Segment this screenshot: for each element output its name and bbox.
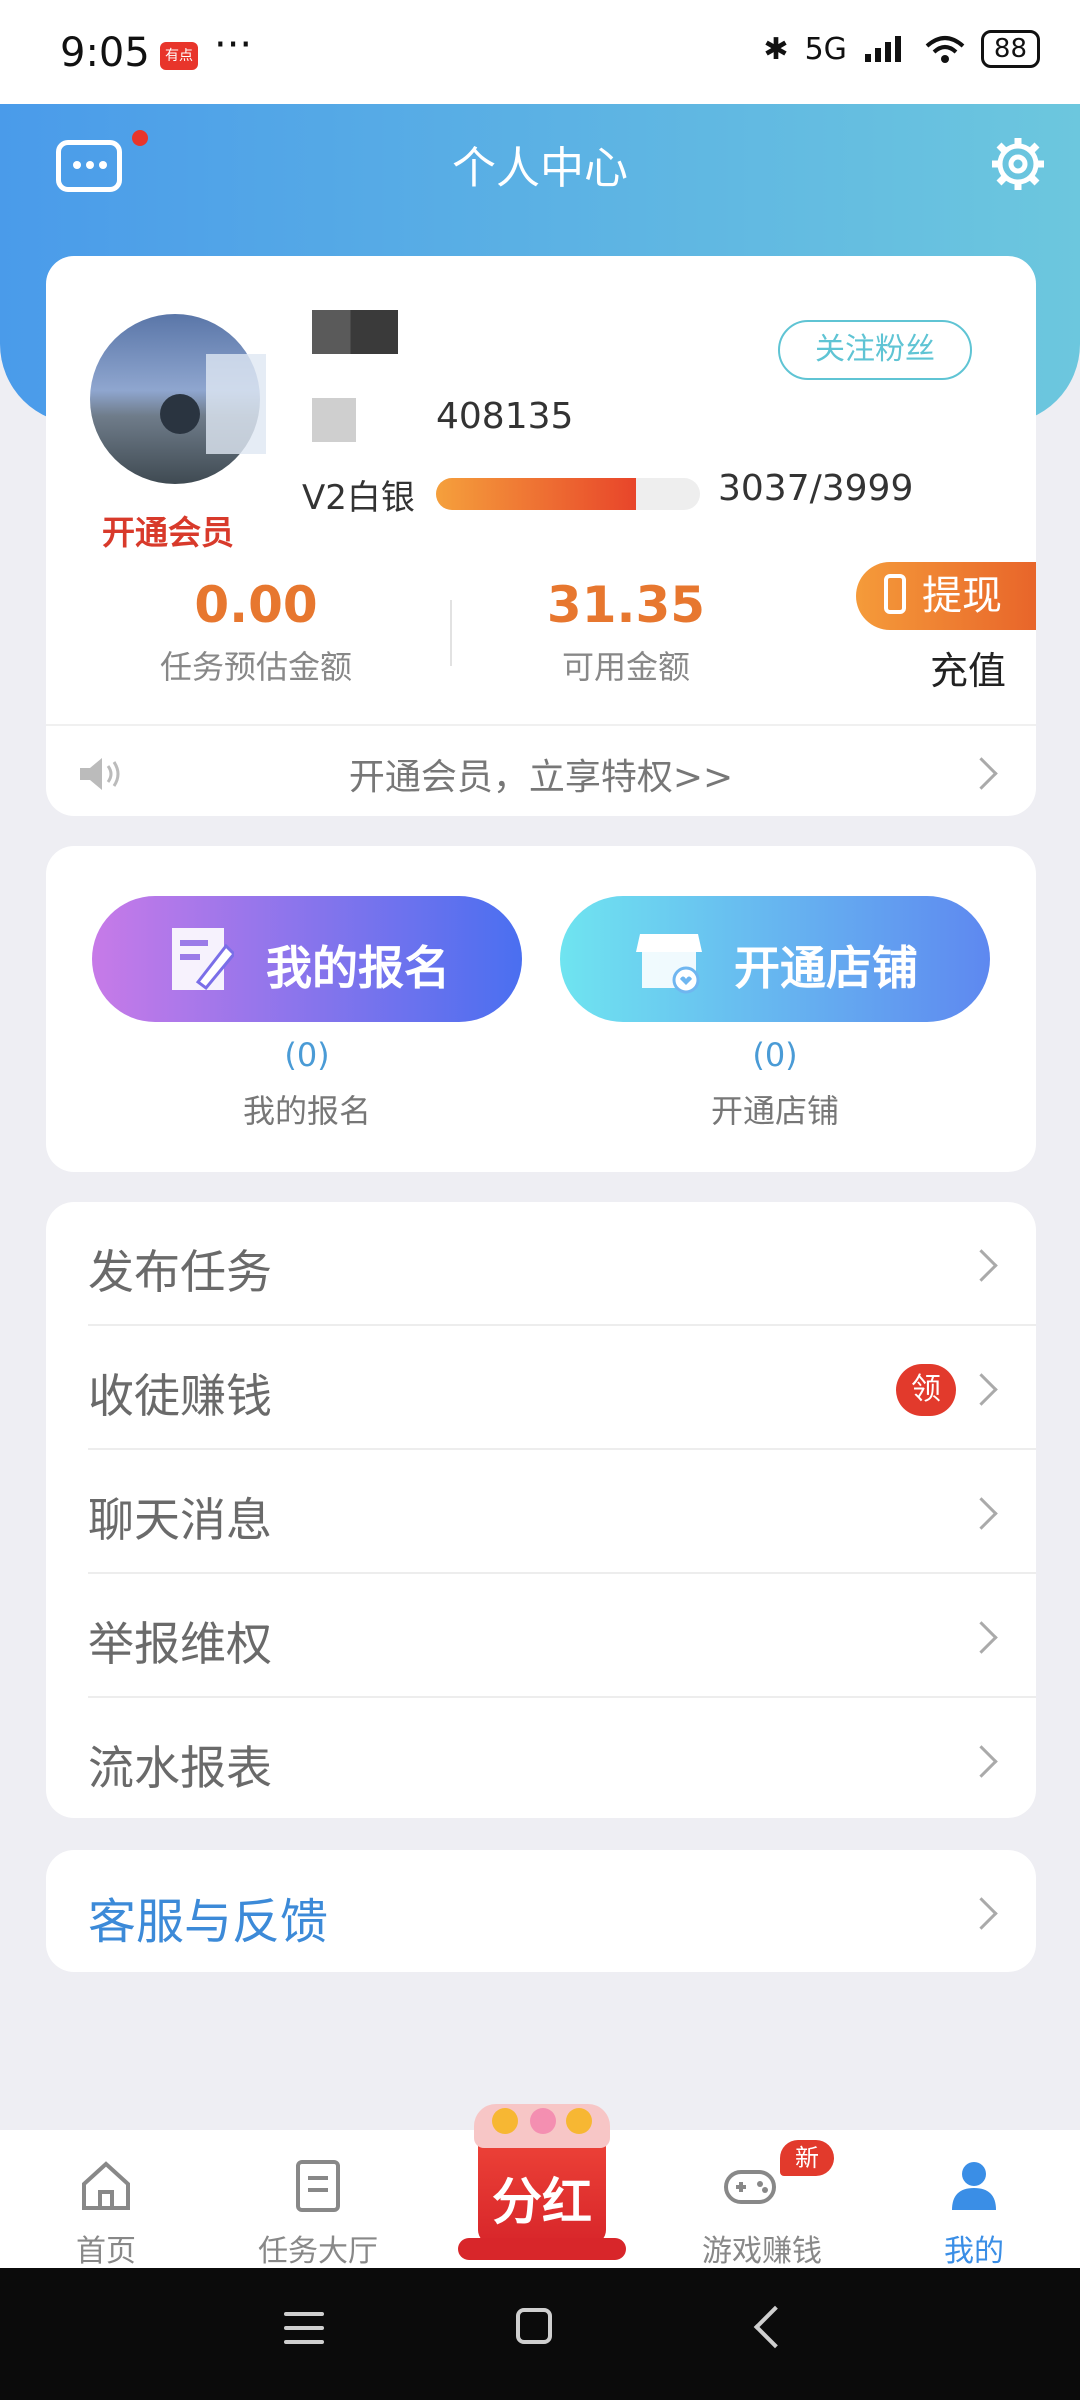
menu-item-label: 举报维权 bbox=[88, 1617, 272, 1671]
system-navigation-bar bbox=[0, 2268, 1080, 2400]
vip-notice-text: 开通会员，立享特权>> bbox=[348, 757, 734, 798]
menu-item-label: 收徒赚钱 bbox=[88, 1369, 272, 1423]
my-signup-button[interactable]: 我的报名 bbox=[92, 896, 522, 1022]
signal-icon bbox=[864, 36, 901, 62]
new-badge: 新 bbox=[780, 2140, 834, 2176]
tab-mine-label: 我的 bbox=[944, 2234, 1004, 2269]
claim-badge: 领 bbox=[896, 1364, 956, 1416]
coin-icon bbox=[566, 2108, 592, 2134]
edit-form-icon bbox=[172, 928, 234, 991]
more-notifications-icon: ··· bbox=[214, 22, 253, 68]
user-icon bbox=[952, 2162, 996, 2210]
signup-count: (0) bbox=[284, 1036, 330, 1074]
level-progress-fill bbox=[436, 478, 637, 510]
menu-item-chat[interactable]: 聊天消息 bbox=[46, 1450, 1036, 1574]
shop-count: (0) bbox=[752, 1036, 798, 1074]
menu-item-label: 发布任务 bbox=[88, 1245, 272, 1299]
stat-divider bbox=[450, 600, 452, 666]
battery-icon: 88 bbox=[980, 30, 1040, 68]
customer-service-row[interactable]: 客服与反馈 bbox=[46, 1850, 1036, 1972]
menu-item-recruit[interactable]: 收徒赚钱 领 bbox=[46, 1326, 1036, 1450]
avatar-frame bbox=[206, 354, 266, 454]
coin-icon bbox=[492, 2108, 518, 2134]
estimated-amount-label: 任务预估金额 bbox=[159, 648, 352, 686]
back-icon[interactable] bbox=[753, 2305, 797, 2349]
chevron-right-icon bbox=[965, 1621, 998, 1654]
vip-notice-bar[interactable]: 开通会员，立享特权>> bbox=[46, 726, 1036, 816]
estimated-amount-stat[interactable]: 0.00 任务预估金额 bbox=[106, 576, 406, 688]
menu-item-report[interactable]: 举报维权 bbox=[46, 1574, 1036, 1698]
menu-item-publish-task[interactable]: 发布任务 bbox=[46, 1202, 1036, 1326]
withdraw-label: 提现 bbox=[922, 573, 1002, 619]
recent-apps-icon[interactable] bbox=[284, 2312, 324, 2344]
bluetooth-icon: ✱ bbox=[763, 31, 789, 67]
menu-item-label: 聊天消息 bbox=[88, 1493, 272, 1547]
menu-item-label: 流水报表 bbox=[88, 1741, 272, 1795]
menu-list: 发布任务 收徒赚钱 领 聊天消息 举报维权 流水报表 bbox=[46, 1202, 1036, 1818]
tab-game-earn-label: 游戏赚钱 bbox=[702, 2234, 822, 2269]
open-shop-label: 开通店铺 bbox=[734, 941, 918, 995]
id-label-redacted bbox=[312, 398, 356, 442]
tab-home-label: 首页 bbox=[76, 2234, 136, 2269]
tab-task-hall-label: 任务大厅 bbox=[258, 2234, 378, 2269]
chevron-right-icon bbox=[965, 1745, 998, 1778]
available-amount-label: 可用金额 bbox=[561, 648, 690, 686]
app-notification-icon: 有点 bbox=[160, 42, 198, 70]
available-amount-value: 31.35 bbox=[546, 576, 706, 634]
status-time: 9:05 bbox=[60, 30, 150, 76]
level-name: V2白银 bbox=[302, 478, 415, 518]
tab-mine[interactable]: 我的 bbox=[874, 2130, 1074, 2269]
settings-gear-icon[interactable] bbox=[988, 134, 1048, 194]
level-progress-bar bbox=[436, 478, 700, 510]
my-signup-label: 我的报名 bbox=[266, 941, 450, 995]
recharge-link[interactable]: 充值 bbox=[930, 640, 1006, 695]
network-label: 5G bbox=[804, 31, 847, 67]
follow-fans-button[interactable]: 关注粉丝 bbox=[778, 320, 972, 380]
open-shop-button[interactable]: 开通店铺 bbox=[560, 896, 990, 1022]
chevron-right-icon bbox=[965, 1373, 998, 1406]
phone-icon bbox=[884, 574, 906, 614]
page-title: 个人中心 bbox=[452, 143, 628, 194]
experience-value: 3037/3999 bbox=[718, 468, 914, 509]
coin-icon bbox=[530, 2108, 556, 2134]
estimated-amount-value: 0.00 bbox=[194, 576, 318, 634]
home-button-icon[interactable] bbox=[516, 2308, 552, 2344]
shop-caption: 开通店铺 bbox=[710, 1092, 839, 1130]
status-icons: ✱ 5G 88 bbox=[763, 30, 1040, 68]
tab-home[interactable]: 首页 bbox=[6, 2130, 206, 2269]
gamepad-icon bbox=[724, 2170, 776, 2204]
wifi-icon bbox=[925, 36, 965, 63]
customer-service-label: 客服与反馈 bbox=[88, 1894, 329, 1950]
chevron-right-icon bbox=[965, 1249, 998, 1282]
available-amount-stat[interactable]: 31.35 可用金额 bbox=[476, 576, 776, 688]
withdraw-button[interactable]: 提现 bbox=[856, 562, 1036, 630]
signup-caption: 我的报名 bbox=[242, 1092, 371, 1130]
red-packet-base bbox=[458, 2238, 626, 2260]
home-icon bbox=[82, 2161, 130, 2210]
dividend-label: 分红 bbox=[492, 2173, 592, 2231]
chevron-right-icon bbox=[965, 1497, 998, 1530]
quick-actions-card: 我的报名 开通店铺 (0) 我的报名 (0) 开通店铺 bbox=[46, 846, 1036, 1172]
menu-item-statement[interactable]: 流水报表 bbox=[46, 1698, 1036, 1822]
document-list-icon bbox=[296, 2160, 340, 2212]
dividend-red-packet-button[interactable]: 分红 bbox=[458, 2096, 626, 2264]
store-icon bbox=[636, 934, 702, 994]
open-vip-link[interactable]: 开通会员 bbox=[102, 506, 234, 554]
chevron-right-icon bbox=[965, 1897, 998, 1930]
profile-card: 开通会员 408135 关注粉丝 V2白银 3037/3999 0.00 任务预… bbox=[46, 256, 1036, 816]
user-id: 408135 bbox=[436, 396, 574, 437]
tab-task-hall[interactable]: 任务大厅 bbox=[218, 2130, 418, 2269]
status-bar: 9:05 有点 ··· ✱ 5G 88 bbox=[0, 0, 1080, 104]
username-redacted bbox=[312, 310, 398, 354]
